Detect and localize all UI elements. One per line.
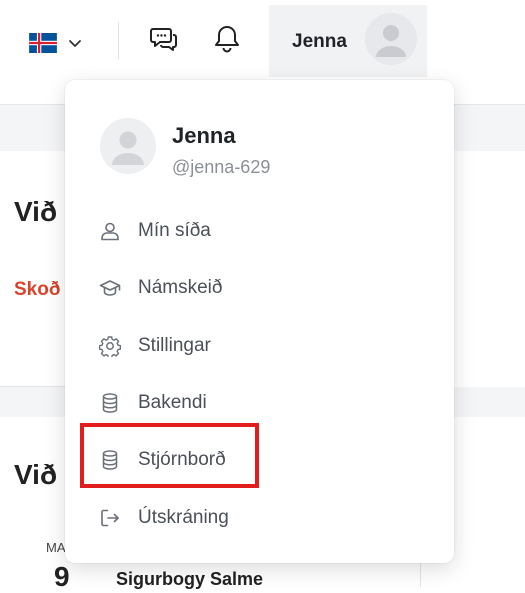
menu-item-settings[interactable]: Stillingar xyxy=(99,331,211,361)
card-heading: Við xyxy=(14,459,58,490)
menu-item-label: Útskráning xyxy=(138,507,229,528)
bell-icon xyxy=(215,26,239,53)
menu-item-backend[interactable]: Bakendi xyxy=(99,388,207,418)
user-avatar-placeholder-icon xyxy=(112,131,144,165)
dropdown-user-name: Jenna xyxy=(172,123,236,148)
logout-icon xyxy=(99,507,121,529)
user-menu-button[interactable]: Jenna xyxy=(269,5,427,77)
iceland-flag-icon xyxy=(29,33,57,53)
menu-item-label: Bakendi xyxy=(138,392,207,413)
messages-button[interactable] xyxy=(149,24,179,54)
dropdown-user-handle: @jenna-629 xyxy=(172,157,271,177)
user-dropdown-menu: Jenna @jenna-629 Mín síða Námskeið Still… xyxy=(65,80,454,563)
gear-icon xyxy=(99,335,121,357)
graduation-cap-icon xyxy=(99,277,121,299)
database-icon xyxy=(99,392,121,414)
user-button-name: Jenna xyxy=(292,31,347,52)
menu-item-logout[interactable]: Útskráning xyxy=(99,503,229,533)
chevron-down-icon xyxy=(69,40,81,47)
menu-item-my-page[interactable]: Mín síða xyxy=(99,216,211,246)
menu-item-label: Námskeið xyxy=(138,277,223,298)
menu-item-courses[interactable]: Námskeið xyxy=(99,273,222,303)
navbar-divider xyxy=(118,22,119,60)
chat-bubbles-icon xyxy=(150,28,177,51)
language-selector[interactable] xyxy=(28,30,82,56)
card-heading: Við xyxy=(14,196,58,227)
avatar xyxy=(100,118,156,174)
menu-item-label: Stillingar xyxy=(138,335,211,356)
user-icon xyxy=(99,220,121,242)
card-link[interactable]: Skoð xyxy=(14,279,60,301)
user-avatar-placeholder-icon xyxy=(376,25,406,57)
notifications-button[interactable] xyxy=(212,24,242,54)
day-number: 9 xyxy=(54,561,70,592)
menu-item-label: Mín síða xyxy=(138,220,211,241)
highlight-annotation xyxy=(80,423,259,488)
month-label: MA xyxy=(46,540,66,555)
avatar xyxy=(365,13,417,65)
